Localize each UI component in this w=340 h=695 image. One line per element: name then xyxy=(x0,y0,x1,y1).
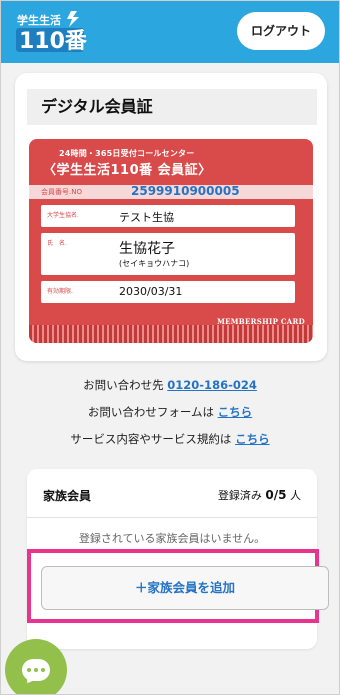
chat-button[interactable] xyxy=(5,639,67,694)
logo-top-text: 学生生活 xyxy=(17,13,61,27)
contact-form-prefix: お問い合わせフォームは xyxy=(87,405,214,419)
chat-dot xyxy=(27,668,31,672)
terms-prefix: サービス内容やサービス規約は xyxy=(70,432,232,446)
app-frame: 学生生活 110番 ログアウト デジタル会員証 24時間・365日受付コールセン… xyxy=(0,0,340,695)
family-count: 0/5 xyxy=(265,488,287,502)
contact-phone-link[interactable]: 0120-186-024 xyxy=(167,378,257,392)
member-number-row: 会員番号.NO 2599910900005 xyxy=(29,184,313,199)
contact-form-link[interactable]: こちら xyxy=(218,405,253,419)
logo-bolt-icon xyxy=(67,11,79,27)
app-header: 学生生活 110番 ログアウト xyxy=(1,1,339,63)
family-count-status: 登録済み 0/5 人 xyxy=(218,487,301,503)
family-divider xyxy=(27,517,317,518)
logout-button[interactable]: ログアウト xyxy=(237,12,325,50)
expiry-field: 有効期限. 2030/03/31 xyxy=(41,281,295,303)
card-subtitle: 24時間・365日受付コールセンター xyxy=(59,149,195,158)
family-count-unit: 人 xyxy=(290,489,301,502)
university-field: 大学生協名. テスト生協 xyxy=(41,205,295,227)
chat-dot xyxy=(41,668,45,672)
terms-line: サービス内容やサービス規約は こちら xyxy=(1,431,339,447)
expiry-value: 2030/03/31 xyxy=(119,285,183,298)
family-empty-message: 登録されている家族会員はいません。 xyxy=(78,532,266,545)
chat-dot xyxy=(34,668,38,672)
contact-phone-line: お問い合わせ先 0120-186-024 xyxy=(1,377,339,393)
expiry-label: 有効期限. xyxy=(47,288,73,295)
add-family-member-button[interactable]: ＋家族会員を追加 xyxy=(41,566,329,610)
name-value: 生協花子 xyxy=(119,241,175,257)
contact-phone-prefix: お問い合わせ先 xyxy=(83,378,164,392)
card-section-title: デジタル会員証 xyxy=(27,89,317,125)
card-title: 〈学生生活110番 会員証〉 xyxy=(43,163,212,178)
logo-main-text: 110番 xyxy=(19,29,88,54)
contact-form-line: お問い合わせフォームは こちら xyxy=(1,404,339,420)
family-title: 家族会員 xyxy=(43,489,92,503)
family-registered-label: 登録済み xyxy=(217,489,262,502)
university-label: 大学生協名. xyxy=(47,212,79,219)
member-number-label: 会員番号.NO xyxy=(41,188,82,196)
card-stripe-band xyxy=(29,325,313,343)
membership-card-tag: MEMBERSHIP CARD xyxy=(217,317,305,326)
chat-bubble-icon xyxy=(22,659,50,681)
membership-card: 24時間・365日受付コールセンター 〈学生生活110番 会員証〉 会員番号.N… xyxy=(29,139,313,343)
name-label: 氏 名. xyxy=(47,240,67,247)
digital-card-panel: デジタル会員証 24時間・365日受付コールセンター 〈学生生活110番 会員証… xyxy=(15,73,327,361)
university-value: テスト生協 xyxy=(119,211,174,224)
name-kana: (セイキョウハナコ) xyxy=(119,259,190,268)
member-number-value: 2599910900005 xyxy=(131,184,240,198)
app-logo: 学生生活 110番 xyxy=(16,11,88,54)
terms-link[interactable]: こちら xyxy=(235,432,270,446)
name-field: 氏 名. 生協花子 (セイキョウハナコ) xyxy=(41,233,295,275)
